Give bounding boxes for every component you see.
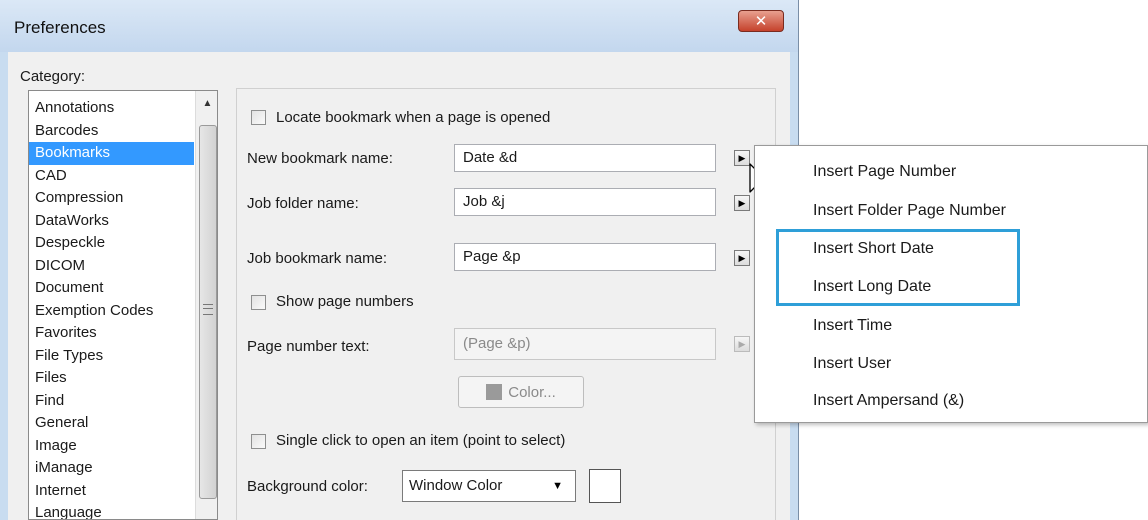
job-bookmark-name-label: Job bookmark name: (247, 250, 388, 267)
color-swatch-icon (486, 384, 503, 400)
category-scrollbar[interactable]: ▲ (195, 91, 217, 519)
category-item-bookmarks[interactable]: Bookmarks (29, 142, 194, 165)
scrollbar-thumb[interactable] (199, 125, 217, 499)
category-item-file-types[interactable]: File Types (29, 345, 194, 368)
category-item-dataworks[interactable]: DataWorks (29, 210, 194, 233)
menu-item-insert-folder-page-number[interactable]: Insert Folder Page Number (813, 202, 1006, 220)
close-icon: ✕ (754, 12, 768, 30)
single-click-checkbox[interactable] (251, 434, 266, 449)
preferences-window: Preferences ✕ Category: Annotations Barc… (0, 0, 799, 520)
category-item-favorites[interactable]: Favorites (29, 322, 194, 345)
category-item-despeckle[interactable]: Despeckle (29, 232, 194, 255)
color-button[interactable]: Color... (458, 376, 584, 408)
play-arrow-icon: ▶ (738, 197, 746, 208)
page-number-insert-button[interactable]: ▶ (734, 336, 750, 352)
category-item-find[interactable]: Find (29, 390, 194, 413)
category-item-barcodes[interactable]: Barcodes (29, 120, 194, 143)
new-bookmark-name-label: New bookmark name: (247, 150, 393, 167)
date-items-highlight (776, 229, 1020, 306)
page-number-text-input[interactable]: (Page &p) (454, 328, 716, 360)
category-list[interactable]: Annotations Barcodes Bookmarks CAD Compr… (28, 90, 218, 520)
scroll-up-arrow-icon[interactable]: ▲ (196, 91, 217, 115)
grip-icon (203, 304, 213, 315)
background-color-select[interactable]: Window Color ▼ (402, 470, 576, 502)
menu-item-insert-page-number[interactable]: Insert Page Number (813, 163, 956, 181)
single-click-label: Single click to open an item (point to s… (276, 432, 566, 449)
menu-item-insert-user[interactable]: Insert User (813, 355, 891, 373)
job-folder-name-label: Job folder name: (247, 195, 359, 212)
category-item-compression[interactable]: Compression (29, 187, 194, 210)
background-color-value: Window Color (409, 477, 503, 494)
chevron-down-icon: ▼ (552, 480, 563, 492)
show-page-numbers-checkbox[interactable] (251, 295, 266, 310)
category-item-imanage[interactable]: iManage (29, 457, 194, 480)
background-color-label: Background color: (247, 478, 368, 495)
play-arrow-icon: ▶ (738, 252, 746, 263)
window-title: Preferences (14, 18, 106, 37)
category-label: Category: (20, 68, 86, 85)
category-item-image[interactable]: Image (29, 435, 194, 458)
category-item-general[interactable]: General (29, 412, 194, 435)
category-list-items: Annotations Barcodes Bookmarks CAD Compr… (29, 97, 194, 519)
category-item-internet[interactable]: Internet (29, 480, 194, 503)
new-bookmark-name-input[interactable]: Date &d (454, 144, 716, 172)
close-button[interactable]: ✕ (738, 10, 784, 32)
category-item-files[interactable]: Files (29, 367, 194, 390)
menu-item-insert-time[interactable]: Insert Time (813, 317, 892, 335)
title-bar[interactable]: Preferences ✕ (0, 0, 798, 52)
category-item-language[interactable]: Language (29, 502, 194, 519)
menu-item-insert-ampersand[interactable]: Insert Ampersand (&) (813, 392, 964, 410)
job-bookmark-name-input[interactable]: Page &p (454, 243, 716, 271)
show-page-numbers-label: Show page numbers (276, 293, 414, 310)
category-item-document[interactable]: Document (29, 277, 194, 300)
color-button-label: Color... (508, 383, 556, 401)
category-item-exemption-codes[interactable]: Exemption Codes (29, 300, 194, 323)
locate-bookmark-label: Locate bookmark when a page is opened (276, 109, 551, 126)
play-arrow-icon: ▶ (738, 152, 746, 163)
category-item-dicom[interactable]: DICOM (29, 255, 194, 278)
locate-bookmark-checkbox[interactable] (251, 110, 266, 125)
background-color-swatch[interactable] (589, 469, 621, 503)
play-arrow-icon: ▶ (738, 338, 746, 349)
page-number-text-label: Page number text: (247, 338, 370, 355)
category-item-annotations[interactable]: Annotations (29, 97, 194, 120)
job-bookmark-insert-button[interactable]: ▶ (734, 250, 750, 266)
job-folder-name-input[interactable]: Job &j (454, 188, 716, 216)
category-item-cad[interactable]: CAD (29, 165, 194, 188)
